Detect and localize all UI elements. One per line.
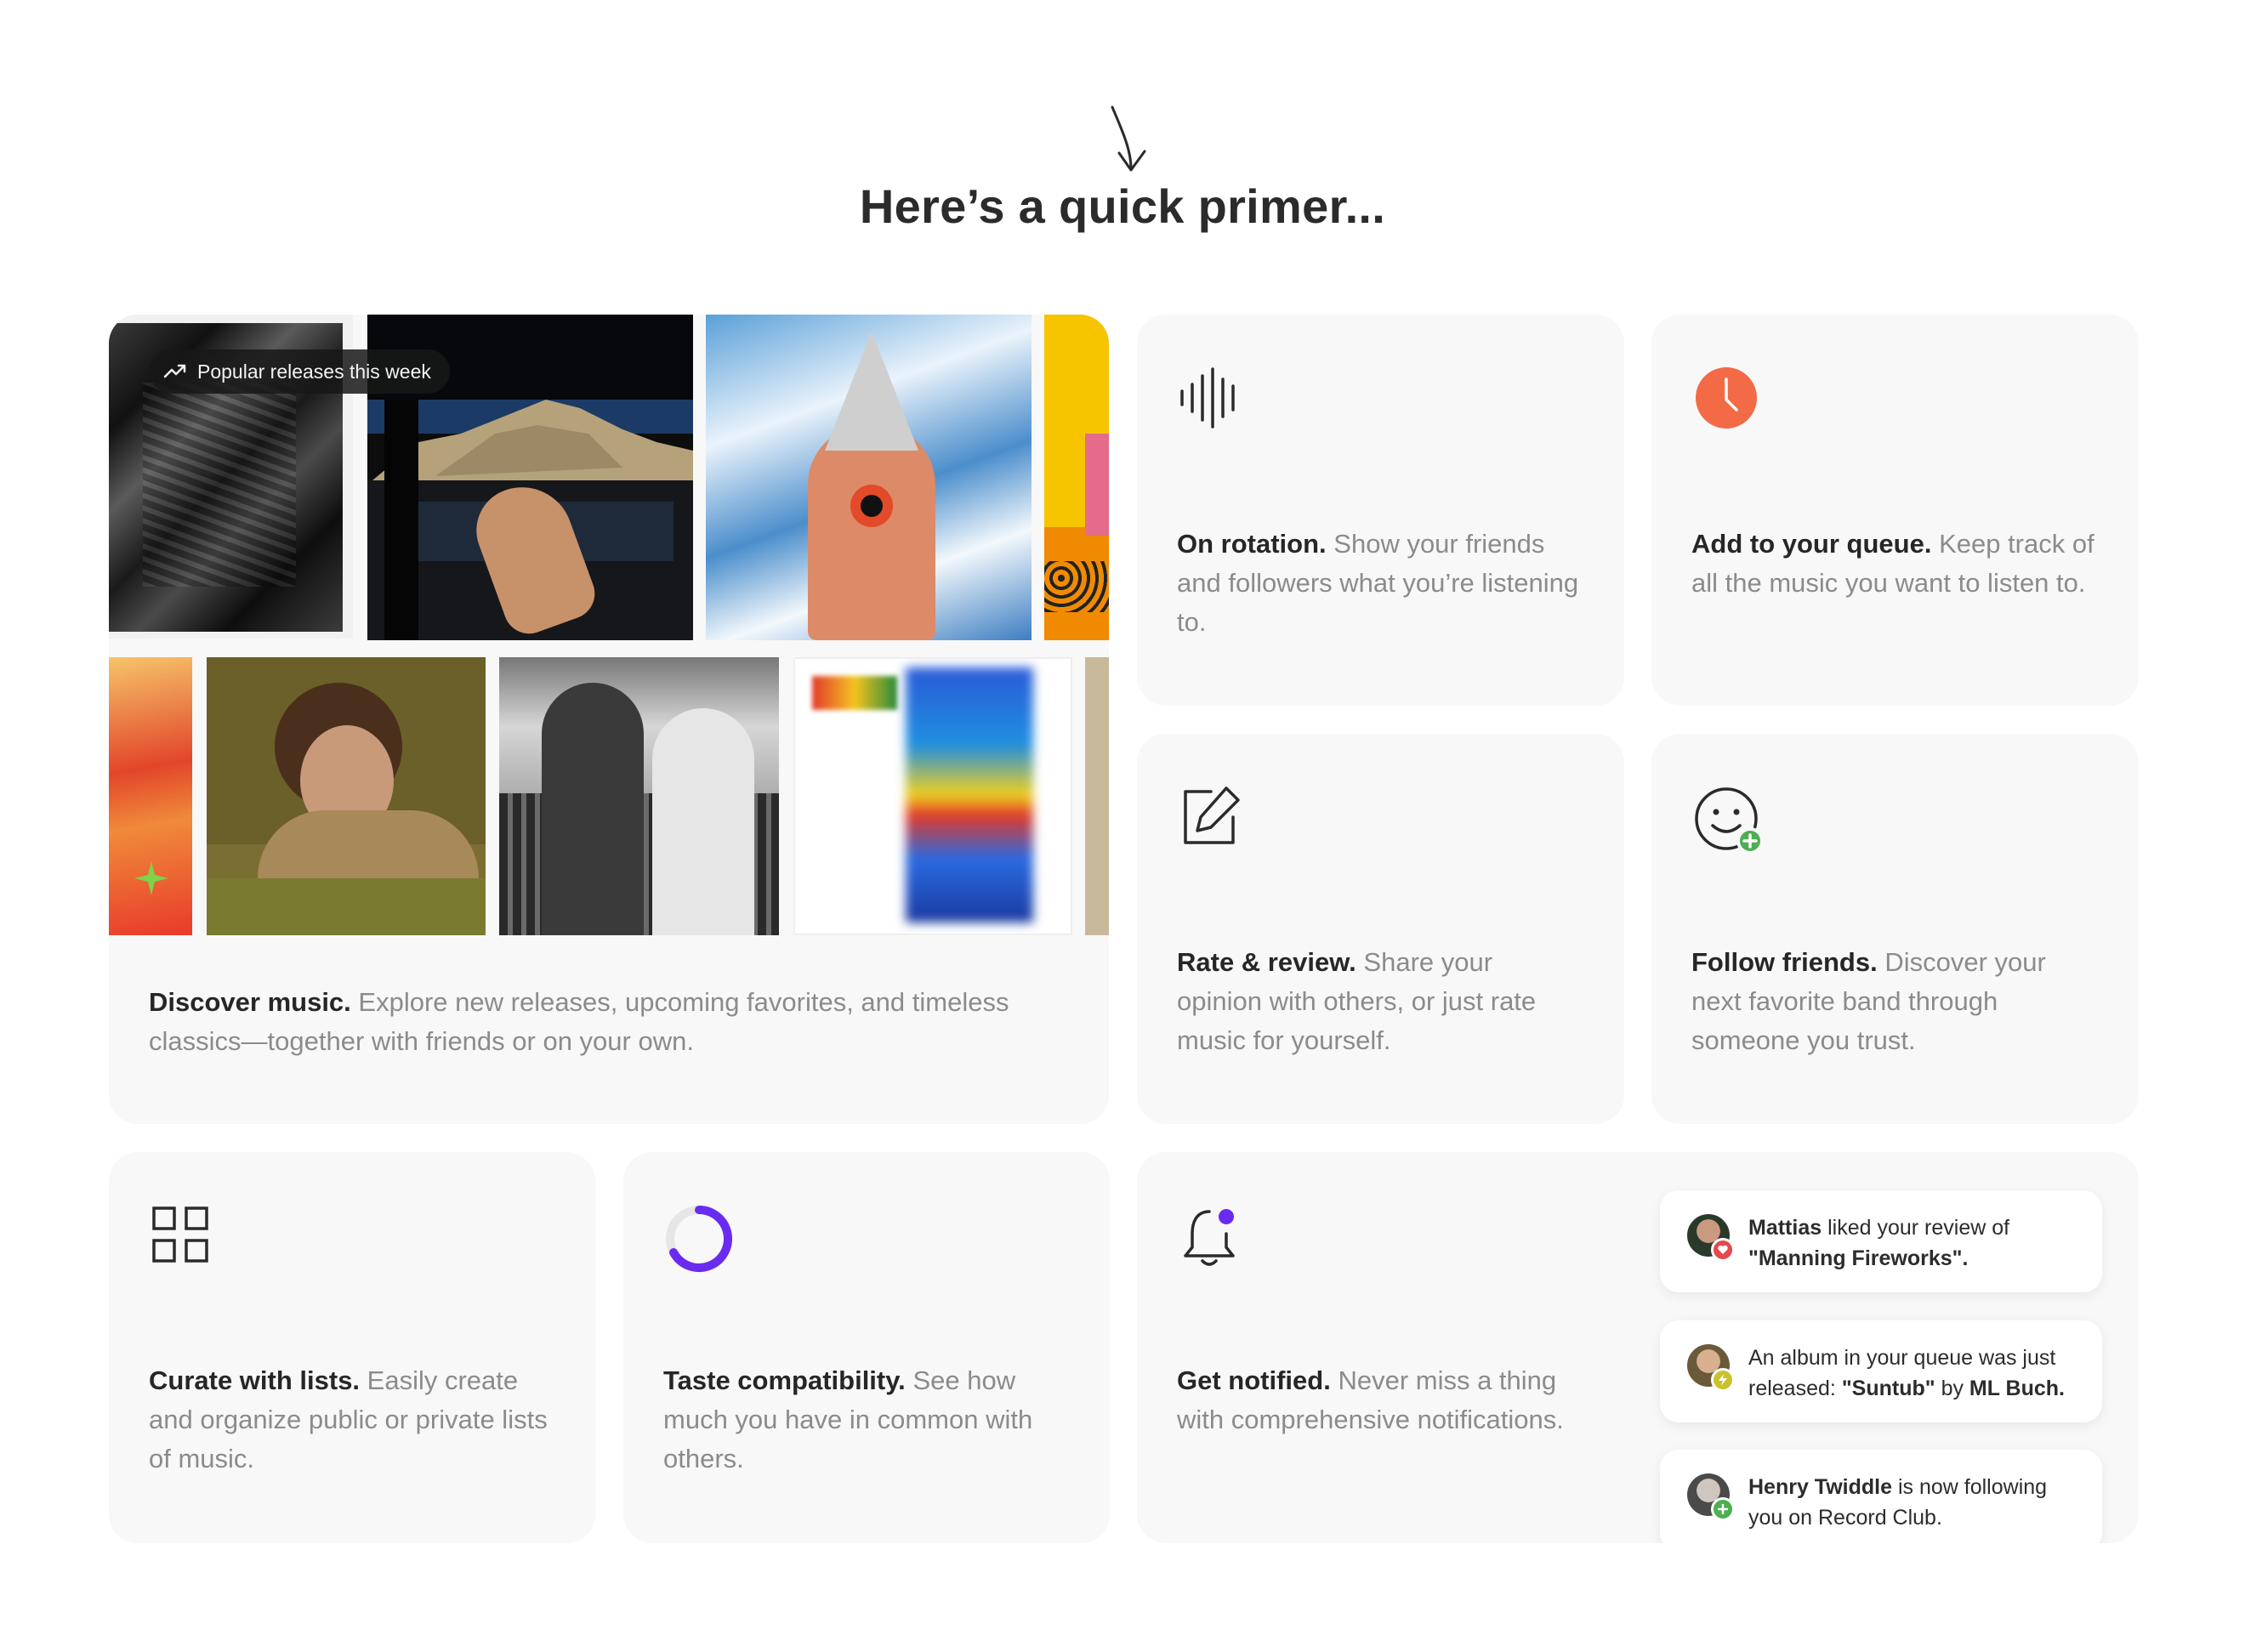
notification-item-name: "Suntub" [1841, 1377, 1935, 1400]
rate-description: Rate & review. Share your opinion with o… [1177, 943, 1582, 1060]
notification-joiner: by [1941, 1377, 1964, 1400]
follow-card[interactable]: Follow friends. Discover your next favor… [1651, 734, 2139, 1124]
taste-card[interactable]: Taste compatibility. See how much you ha… [623, 1152, 1110, 1543]
queue-title: Add to your queue. [1691, 529, 1932, 559]
follow-description: Follow friends. Discover your next favor… [1691, 943, 2096, 1060]
notification-artist: ML Buch. [1969, 1377, 2065, 1400]
grid-icon [152, 1206, 208, 1263]
album-cover-5[interactable] [109, 657, 192, 935]
page-title: Here’s a quick primer... [859, 179, 1386, 233]
notification-user: Mattias [1748, 1216, 1822, 1240]
album-cover-8[interactable] [793, 657, 1072, 935]
follow-title: Follow friends. [1691, 947, 1878, 977]
notification-item[interactable]: Henry Twiddle is now following you on Re… [1660, 1450, 2102, 1543]
heart-badge-icon [1711, 1238, 1735, 1262]
discover-title: Discover music. [149, 987, 351, 1017]
notify-description: Get notified. Never miss a thing with co… [1177, 1361, 1594, 1439]
notification-item[interactable]: Mattias liked your review of "Manning Fi… [1660, 1190, 2102, 1292]
sound-wave-icon [1180, 367, 1235, 429]
clock-icon [1696, 367, 1757, 429]
album-cover-4[interactable] [1044, 315, 1109, 640]
lists-title: Curate with lists. [149, 1365, 361, 1395]
album-cover-6[interactable] [207, 657, 486, 935]
down-arrow-icon [1111, 105, 1146, 172]
popular-releases-badge[interactable]: Popular releases this week [150, 349, 450, 394]
album-cover-7[interactable] [499, 657, 779, 935]
rate-title: Rate & review. [1177, 947, 1356, 977]
taste-title: Taste compatibility. [663, 1365, 906, 1395]
follow-badge-icon [1711, 1497, 1735, 1521]
notify-card[interactable]: Get notified. Never miss a thing with co… [1137, 1152, 2139, 1543]
rotation-title: On rotation. [1177, 529, 1327, 559]
smile-plus-icon [1695, 787, 1764, 854]
album-cover-3[interactable] [706, 315, 1032, 640]
notify-title: Get notified. [1177, 1365, 1331, 1395]
trending-up-icon [163, 364, 186, 378]
progress-ring-icon [666, 1206, 732, 1272]
rotation-card[interactable]: On rotation. Show your friends and follo… [1137, 315, 1624, 706]
taste-description: Taste compatibility. See how much you ha… [663, 1361, 1067, 1479]
queue-card[interactable]: Add to your queue. Keep track of all the… [1651, 315, 2139, 706]
notification-text: liked your review of [1827, 1216, 2010, 1240]
bell-icon [1184, 1209, 1235, 1266]
edit-icon [1184, 786, 1240, 844]
notification-item[interactable]: An album in your queue was just released… [1660, 1320, 2102, 1422]
notification-item-name: "Manning Fireworks". [1748, 1246, 1969, 1270]
badge-label: Popular releases this week [197, 360, 431, 383]
album-collage[interactable] [109, 315, 1109, 935]
discover-card[interactable]: Popular releases this week Discover musi… [109, 315, 1109, 1124]
rate-card[interactable]: Rate & review. Share your opinion with o… [1137, 734, 1624, 1124]
lightning-badge-icon [1711, 1368, 1735, 1392]
queue-description: Add to your queue. Keep track of all the… [1691, 525, 2096, 603]
album-cover-9[interactable] [1085, 657, 1109, 935]
discover-description: Discover music. Explore new releases, up… [149, 983, 1066, 1061]
notification-user: Henry Twiddle [1748, 1475, 1893, 1499]
lists-card[interactable]: Curate with lists. Easily create and org… [109, 1152, 595, 1543]
rotation-description: On rotation. Show your friends and follo… [1177, 525, 1582, 642]
lists-description: Curate with lists. Easily create and org… [149, 1361, 553, 1479]
